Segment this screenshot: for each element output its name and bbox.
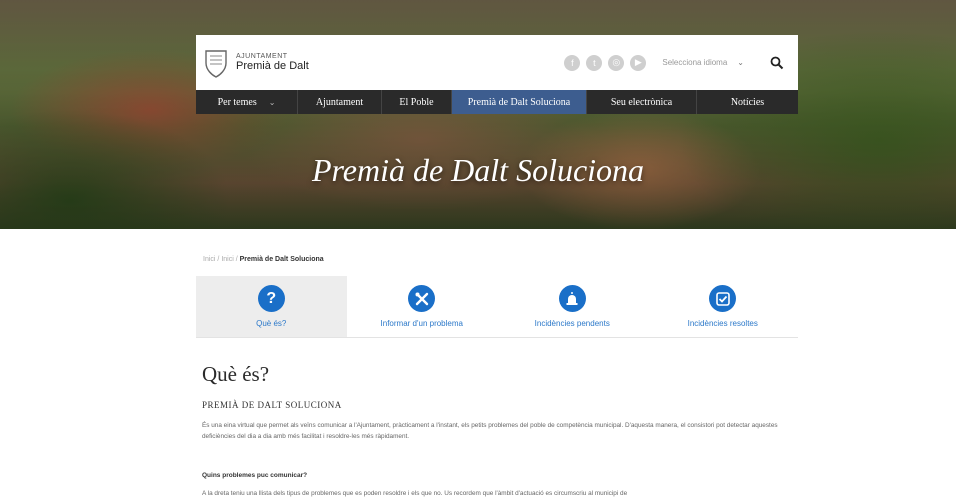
checkbox-icon [709,285,737,312]
language-selector[interactable]: Selecciona idioma [662,58,727,67]
logo-title: Premià de Dalt [236,60,309,73]
main-navigation: Per temes ⌄ Ajuntament El Poble Premià d… [196,90,798,114]
tab-incidencies-pendents[interactable]: Incidències pendents [497,276,648,337]
question-icon: ? [257,285,285,312]
tab-incidencies-resoltes[interactable]: Incidències resoltes [648,276,799,337]
site-header: AJUNTAMENT Premià de Dalt f t ◎ ▶ Selecc… [196,35,798,90]
nav-item-el-poble[interactable]: El Poble [382,90,452,114]
youtube-icon[interactable]: ▶ [630,54,647,71]
breadcrumb: Inici / Inici / Premià de Dalt Soluciona [203,256,324,263]
alarm-icon [558,285,586,312]
nav-item-per-temes[interactable]: Per temes ⌄ [196,90,298,114]
search-icon[interactable] [770,56,784,70]
nav-item-seu-electronica[interactable]: Seu electrònica [587,90,697,114]
breadcrumb-level1[interactable]: Inici [221,256,233,263]
coat-of-arms-icon [205,49,227,78]
tab-label: Informar d'un problema [380,319,463,328]
chevron-down-icon: ⌄ [268,97,276,107]
tab-label: Incidències pendents [534,319,610,328]
page-title: Què és? [202,362,270,386]
instagram-icon[interactable]: ◎ [608,54,625,71]
site-logo[interactable]: AJUNTAMENT Premià de Dalt [204,48,309,78]
tab-label: Què és? [256,319,287,328]
hero-title: Premià de Dalt Soluciona [311,152,645,188]
tab-label: Incidències resoltes [687,319,758,328]
section-tabs: ? Què és? Informar d'un problema Incidèn… [196,276,798,338]
body-paragraph: A la dreta teniu una llista dels tipus d… [202,490,628,497]
nav-item-premia-soluciona[interactable]: Premià de Dalt Soluciona [452,90,587,114]
chevron-down-icon[interactable]: ⌄ [737,58,744,67]
twitter-icon[interactable]: t [586,54,603,71]
tools-icon [408,285,436,312]
logo-subtitle: AJUNTAMENT [236,52,288,60]
tab-informar-problema[interactable]: Informar d'un problema [347,276,498,337]
facebook-icon[interactable]: f [564,54,581,71]
section-subtitle: PREMIÀ DE DALT SOLUCIONA [202,400,342,410]
nav-item-noticies[interactable]: Notícies [697,90,798,114]
intro-paragraph: És una eina virtual que permet als veïns… [202,422,778,440]
nav-item-ajuntament[interactable]: Ajuntament [298,90,382,114]
tab-que-es[interactable]: ? Què és? [196,276,347,337]
breadcrumb-home[interactable]: Inici [203,256,215,263]
question-heading: Quins problemes puc comunicar? [202,472,308,479]
breadcrumb-current: Premià de Dalt Soluciona [239,256,324,263]
